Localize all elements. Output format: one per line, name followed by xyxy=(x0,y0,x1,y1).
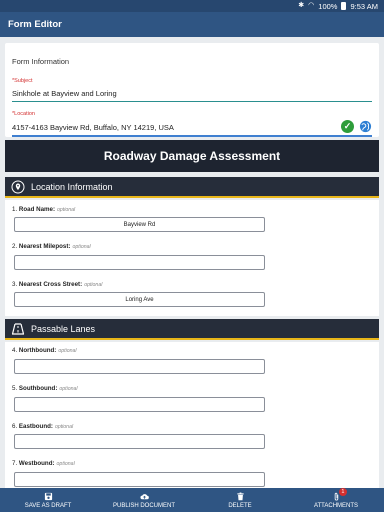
attachments-count-badge: 1 xyxy=(338,488,347,496)
eastbound-input[interactable] xyxy=(14,434,265,449)
battery-percent: 100% xyxy=(318,1,338,11)
road-name-input[interactable]: Bayview Rd xyxy=(14,217,265,232)
form-header-title: Roadway Damage Assessment xyxy=(103,149,281,163)
subject-label: *Subject xyxy=(12,78,33,84)
bluetooth-icon: ✱ xyxy=(298,2,305,9)
delete-label: DELETE xyxy=(228,502,252,509)
location-pin-icon xyxy=(11,180,25,193)
attachments-button[interactable]: 1 ATTACHMENTS xyxy=(288,488,384,512)
status-bar: ✱ ◠ 100% 9:53 AM xyxy=(0,0,384,12)
app-title: Form Editor xyxy=(8,19,62,30)
clock: 9:53 AM xyxy=(350,1,378,11)
battery-icon xyxy=(341,2,347,10)
question-westbound: 7. Westbound: optional xyxy=(12,460,75,467)
save-icon xyxy=(44,492,52,500)
save-as-draft-button[interactable]: SAVE AS DRAFT xyxy=(0,488,96,512)
section-location-information: Location Information xyxy=(5,177,379,198)
section-passable-lanes: Passable Lanes xyxy=(5,319,379,340)
section-title: Passable Lanes xyxy=(31,323,96,334)
save-as-draft-label: SAVE AS DRAFT xyxy=(24,502,72,509)
subject-underline xyxy=(12,101,372,102)
section-passable-lanes-body: 4. Northbound: optional 5. Southbound: opt… xyxy=(5,342,379,488)
publish-document-button[interactable]: PUBLISH DOCUMENT xyxy=(96,488,192,512)
form-header: Roadway Damage Assessment xyxy=(5,140,379,172)
globe-icon[interactable] xyxy=(359,120,372,133)
question-nearest-cross-street: 3. Nearest Cross Street: optional xyxy=(12,281,103,288)
wifi-icon: ◠ xyxy=(308,2,315,9)
subject-field[interactable]: Sinkhole at Bayview and Loring xyxy=(12,89,117,98)
question-eastbound: 6. Eastbound: optional xyxy=(12,423,74,430)
check-icon[interactable]: ✓ xyxy=(341,120,354,133)
bottom-action-bar: SAVE AS DRAFT PUBLISH DOCUMENT DELETE 1 … xyxy=(0,488,384,512)
question-road-name: 1. Road Name: optional xyxy=(12,206,76,213)
section-title: Location Information xyxy=(31,181,113,192)
attachments-label: ATTACHMENTS xyxy=(313,502,359,509)
northbound-input[interactable] xyxy=(14,359,265,374)
publish-document-label: PUBLISH DOCUMENT xyxy=(112,502,175,509)
westbound-input[interactable] xyxy=(14,472,265,487)
question-nearest-milepost: 2. Nearest Milepost: optional xyxy=(12,243,91,250)
question-southbound: 5. Southbound: optional xyxy=(12,385,78,392)
location-label: *Location xyxy=(12,111,35,117)
form-information-card: Form Information *Subject Sinkhole at Ba… xyxy=(5,43,379,137)
nearest-cross-street-input[interactable]: Loring Ave xyxy=(14,292,265,307)
southbound-input[interactable] xyxy=(14,397,265,412)
section-location-body: 1. Road Name: optional Bayview Rd 2. Near… xyxy=(5,200,379,316)
form-content[interactable]: Form Information *Subject Sinkhole at Ba… xyxy=(0,37,384,488)
road-icon xyxy=(11,322,25,335)
app-bar: Form Editor xyxy=(0,12,384,37)
location-underline xyxy=(12,135,372,137)
delete-button[interactable]: DELETE xyxy=(192,488,288,512)
trash-icon xyxy=(236,492,244,500)
question-northbound: 4. Northbound: optional xyxy=(12,347,77,354)
cloud-upload-icon xyxy=(139,493,149,499)
form-information-title: Form Information xyxy=(12,57,70,66)
location-field[interactable]: 4157-4163 Bayview Rd, Buffalo, NY 14219,… xyxy=(12,123,174,132)
nearest-milepost-input[interactable] xyxy=(14,255,265,270)
